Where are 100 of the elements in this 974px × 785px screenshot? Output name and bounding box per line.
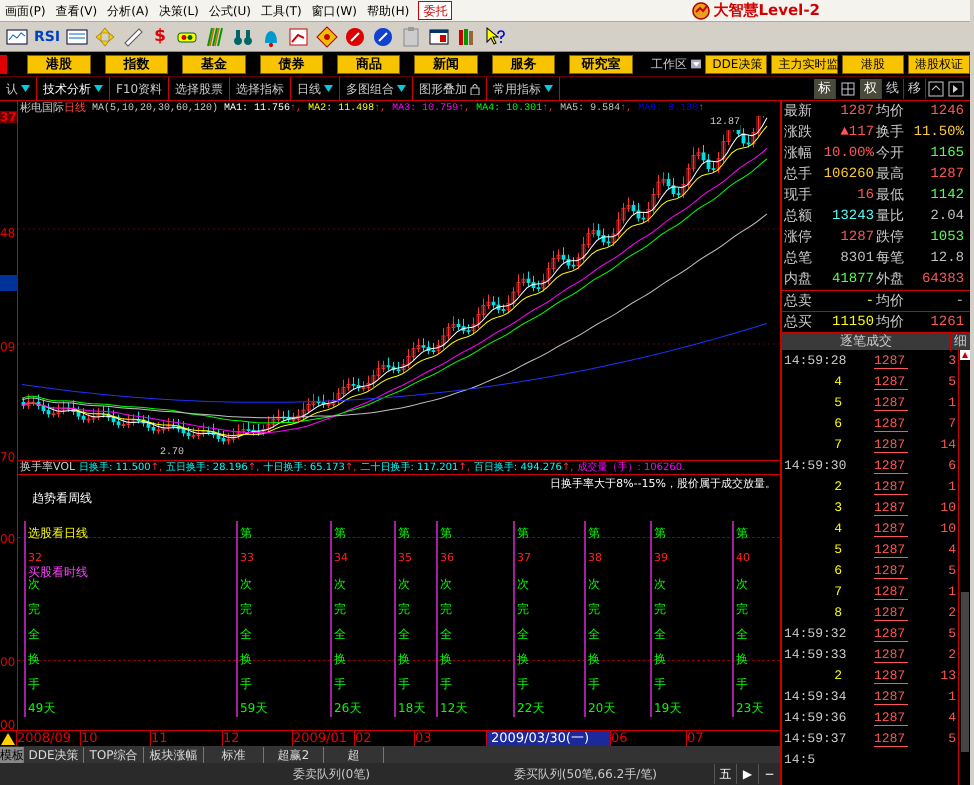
ma-value: MA4: 10.301↑, bbox=[476, 102, 554, 116]
nav-button[interactable]: 港股 bbox=[27, 54, 91, 74]
quote-label: 均价 bbox=[876, 312, 905, 332]
column-char: 换 bbox=[736, 651, 748, 668]
tool-tab[interactable]: 认 bbox=[0, 77, 37, 100]
five-level-button[interactable]: 五 bbox=[714, 764, 736, 784]
nav-button[interactable]: 商品 bbox=[337, 54, 400, 74]
nav-button[interactable]: 港股权证 bbox=[908, 54, 970, 74]
column-char: 次 bbox=[440, 576, 452, 593]
tool-tab[interactable]: 常用指标 bbox=[487, 77, 560, 100]
rsi-button[interactable]: RSI bbox=[34, 30, 60, 44]
column-days: 23天 bbox=[736, 699, 764, 717]
dropdown-arrow-icon[interactable] bbox=[690, 59, 702, 69]
side-tab[interactable] bbox=[0, 54, 8, 74]
quote-label: 涨停 bbox=[784, 228, 813, 247]
collapse-right-icon[interactable] bbox=[946, 78, 966, 98]
column-days: 49天 bbox=[28, 699, 56, 717]
column-char: 完 bbox=[398, 601, 410, 618]
menu-item[interactable]: 决策(L) bbox=[154, 2, 204, 20]
column-char: 全 bbox=[398, 626, 410, 643]
trade-volume: 5 bbox=[947, 562, 956, 580]
column-char: 次 bbox=[588, 576, 600, 593]
column-days: 22天 bbox=[517, 699, 544, 717]
indicator-value: 日换手: 11.500↑, bbox=[79, 460, 162, 475]
column-head: 第 bbox=[654, 525, 666, 542]
quote-value: 11.50% bbox=[912, 123, 964, 142]
tool-tab[interactable]: F10资料 bbox=[110, 77, 170, 100]
column-char: 完 bbox=[240, 601, 252, 618]
indicator-value: 成交量（手）: 106260. bbox=[577, 460, 686, 475]
column-number: 32 bbox=[28, 550, 42, 566]
trade-price: 1287 bbox=[874, 646, 908, 662]
tool-tab[interactable]: 选择股票 bbox=[169, 77, 230, 100]
panel-toggle-icon[interactable] bbox=[926, 78, 946, 98]
nav-button[interactable]: 服务 bbox=[492, 54, 556, 74]
tool-tab[interactable]: 多图组合 bbox=[340, 77, 414, 100]
quote-value: ▲117 bbox=[839, 123, 874, 142]
quote-label: 今开 bbox=[876, 144, 905, 163]
menu-item[interactable]: 分析(A) bbox=[102, 2, 154, 20]
tool-tab[interactable]: 日线 bbox=[291, 77, 340, 100]
column-days: 12天 bbox=[440, 699, 468, 717]
column-char: 手 bbox=[736, 676, 748, 693]
column-char: 次 bbox=[517, 576, 529, 593]
column-number: 35 bbox=[398, 550, 412, 566]
trade-time: 4 bbox=[833, 372, 842, 391]
menu-item[interactable]: 公式(U) bbox=[204, 2, 256, 20]
menu-item[interactable]: 工具(T) bbox=[256, 2, 307, 20]
high-price-label: 12.87 bbox=[710, 115, 740, 130]
nav-button[interactable]: 基金 bbox=[182, 54, 246, 74]
column-char: 完 bbox=[736, 601, 748, 618]
trade-volume: 2 bbox=[947, 646, 956, 664]
menu-item[interactable]: 窗口(W) bbox=[306, 2, 362, 20]
sell-queue-label: 委卖队列(0笔) bbox=[292, 766, 370, 783]
trade-volume: 1 bbox=[947, 394, 956, 412]
indicator-value: 五日换手: 28.196↑, bbox=[166, 460, 260, 475]
nav-button[interactable]: 新闻 bbox=[414, 54, 478, 74]
nav-button[interactable]: 研究室 bbox=[569, 54, 633, 74]
menu-item[interactable]: 帮助(H) bbox=[362, 2, 414, 20]
view-toggle[interactable]: 标 bbox=[814, 78, 836, 98]
period-label: 日线 bbox=[64, 100, 86, 116]
ruler-icon[interactable] bbox=[122, 26, 144, 48]
view-toggle[interactable]: 权 bbox=[860, 78, 882, 98]
nav-button[interactable]: 债券 bbox=[260, 54, 324, 74]
trade-volume: 10 bbox=[939, 498, 956, 517]
trade-volume: 5 bbox=[947, 624, 956, 643]
nav-button[interactable]: 主力实时监 bbox=[771, 54, 838, 74]
quote-label: 每笔 bbox=[876, 249, 905, 268]
quote-label: 涨幅 bbox=[784, 144, 813, 163]
column-char: 全 bbox=[588, 626, 600, 643]
column-number: 40 bbox=[736, 550, 750, 566]
tool-tab[interactable]: 技术分析 bbox=[37, 77, 110, 100]
play-button[interactable]: ▶ bbox=[736, 764, 758, 784]
scrollbar[interactable] bbox=[958, 350, 970, 785]
slash-disc-icon[interactable] bbox=[344, 26, 366, 48]
ma-value: MA3: 10.759↑, bbox=[392, 102, 470, 116]
trade-price: 1287 bbox=[874, 604, 908, 620]
trade-button[interactable]: 委托 bbox=[418, 1, 452, 20]
quote-label: 均价 bbox=[876, 292, 905, 310]
slash-disc-icon[interactable] bbox=[372, 26, 394, 48]
tool-tab[interactable]: 选择指标 bbox=[230, 77, 292, 100]
quote-value: 10.00% bbox=[822, 144, 874, 163]
tool-tab[interactable]: 图形叠加 bbox=[413, 77, 488, 100]
trade-price: 1287 bbox=[874, 500, 908, 516]
move-arrows-icon[interactable] bbox=[94, 26, 116, 48]
scroll-up-icon[interactable] bbox=[960, 350, 970, 360]
quote-label: 总卖 bbox=[784, 292, 813, 310]
axis-label: 37 bbox=[0, 111, 17, 123]
nav-button[interactable]: 港股 bbox=[842, 54, 904, 74]
diamond-sign-icon[interactable] bbox=[316, 26, 338, 48]
buy-queue-label: 委买队列(50笔,66.2手/笔) bbox=[512, 766, 657, 783]
column-char: 手 bbox=[28, 676, 40, 693]
menu-item[interactable]: 查看(V) bbox=[50, 2, 102, 20]
help-pointer-icon[interactable] bbox=[484, 26, 506, 48]
trade-time: 5 bbox=[833, 394, 842, 412]
menu-item[interactable]: 画面(P) bbox=[0, 2, 51, 20]
nav-button[interactable]: 指数 bbox=[104, 54, 168, 74]
scroll-thumb[interactable] bbox=[960, 592, 968, 752]
column-char: 手 bbox=[588, 676, 600, 693]
nav-button[interactable]: DDE决策 bbox=[705, 54, 768, 74]
column-char: 全 bbox=[28, 626, 40, 643]
minus-button[interactable]: − bbox=[758, 764, 780, 784]
